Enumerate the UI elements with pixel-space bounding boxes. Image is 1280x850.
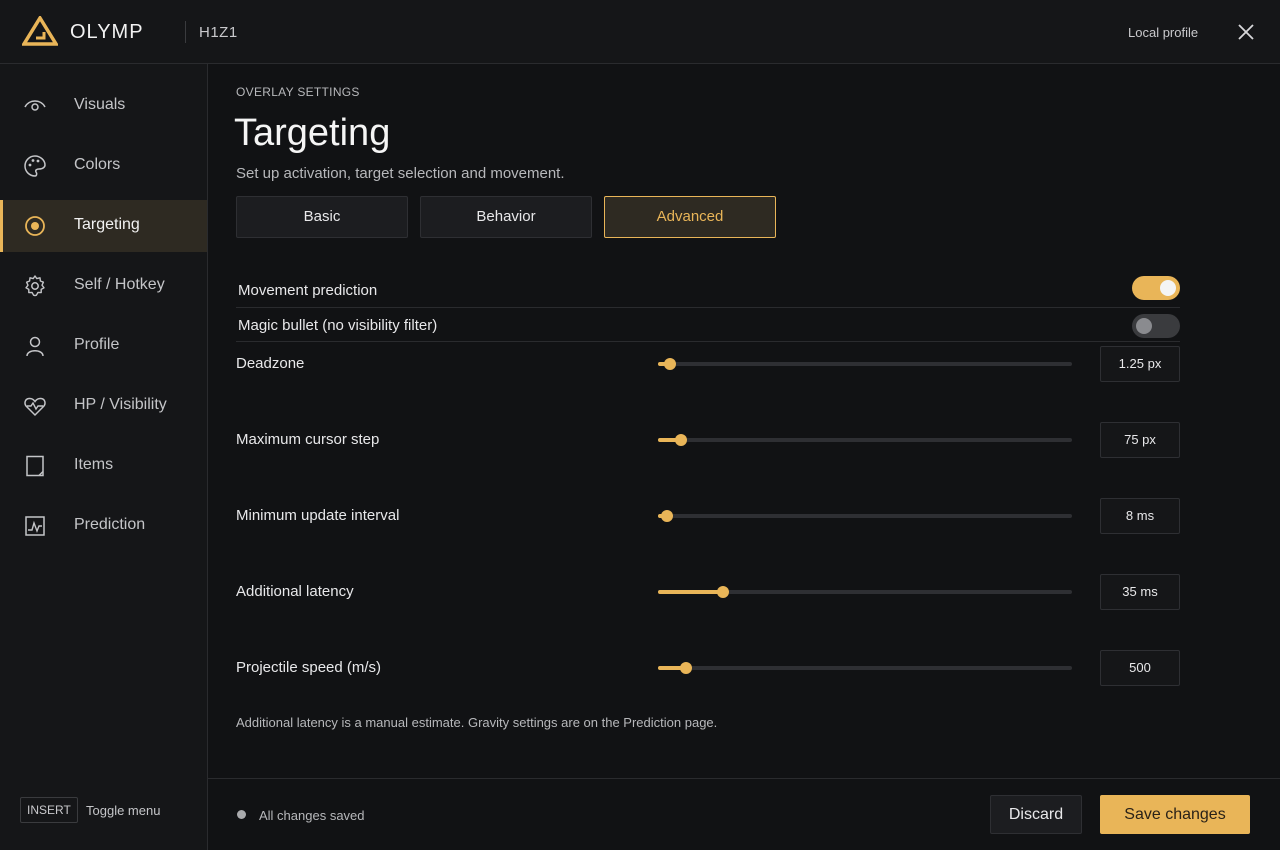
slider-label: Deadzone	[236, 355, 305, 372]
brand-name: OLYMP	[70, 21, 144, 43]
slider-row-additional-latency: Additional latency 35 ms	[236, 574, 1180, 610]
local-profile-link[interactable]: Local profile	[1128, 25, 1198, 40]
slider-thumb[interactable]	[717, 586, 729, 598]
sidebar-item-label: Colors	[74, 156, 121, 173]
game-name: H1Z1	[199, 24, 238, 41]
status-dot	[237, 810, 246, 819]
toggle-row-movement-prediction: Movement prediction	[236, 274, 1180, 308]
slider-label: Minimum update interval	[236, 507, 400, 524]
max-cursor-step-value-input[interactable]: 75 px	[1100, 422, 1180, 458]
toggle-knob	[1160, 280, 1176, 296]
sidebar-item-hp-visibility[interactable]: HP / Visibility	[0, 380, 207, 432]
movement-prediction-toggle[interactable]	[1132, 276, 1180, 300]
sidebar-item-colors[interactable]: Colors	[0, 140, 207, 192]
toggle-knob	[1136, 318, 1152, 334]
palette-icon	[24, 155, 46, 177]
slider-row-deadzone: Deadzone 1.25 px	[236, 346, 1180, 382]
slider-label: Projectile speed (m/s)	[236, 659, 382, 676]
toggle-row-magic-bullet: Magic bullet (no visibility filter)	[236, 310, 1180, 342]
additional-latency-value-input[interactable]: 35 ms	[1100, 574, 1180, 610]
save-changes-button[interactable]: Save changes	[1100, 795, 1250, 834]
main-content: OVERLAY SETTINGS Targeting Set up activa…	[208, 64, 1280, 778]
tab-basic[interactable]: Basic	[236, 196, 408, 238]
sidebar-item-label: Prediction	[74, 516, 146, 533]
user-icon	[26, 336, 44, 357]
sidebar-item-self-hotkey[interactable]: Self / Hotkey	[0, 260, 207, 312]
header-divider	[185, 21, 186, 43]
projectile-speed-slider[interactable]	[658, 662, 1072, 674]
sidebar-item-items[interactable]: Items	[0, 440, 207, 492]
footer-bar: All changes saved Discard Save changes	[208, 778, 1280, 850]
sidebar-item-label: Profile	[74, 336, 120, 353]
slider-thumb[interactable]	[661, 510, 673, 522]
slider-row-min-update-interval: Minimum update interval 8 ms	[236, 498, 1180, 534]
slider-thumb[interactable]	[675, 434, 687, 446]
deadzone-value-input[interactable]: 1.25 px	[1100, 346, 1180, 382]
sidebar-item-targeting[interactable]: Targeting	[0, 200, 207, 252]
slider-thumb[interactable]	[664, 358, 676, 370]
hotkey-label: Toggle menu	[86, 803, 161, 818]
gear-icon	[25, 275, 45, 297]
target-icon	[25, 216, 45, 236]
olymp-logo-icon	[22, 16, 58, 46]
additional-latency-slider[interactable]	[658, 586, 1072, 598]
eye-icon	[24, 100, 46, 111]
sidebar: Visuals Colors Targeting Self / Hotkey P…	[0, 64, 208, 850]
projectile-speed-value-input[interactable]: 500	[1100, 650, 1180, 686]
slider-row-projectile-speed: Projectile speed (m/s) 500	[236, 650, 1180, 686]
magic-bullet-toggle[interactable]	[1132, 314, 1180, 338]
sidebar-item-label: Targeting	[74, 216, 140, 233]
slider-label: Maximum cursor step	[236, 431, 380, 448]
sidebar-item-label: Items	[74, 456, 114, 473]
section-eyebrow: OVERLAY SETTINGS	[236, 85, 360, 99]
page-title: Targeting	[234, 112, 391, 154]
slider-label: Additional latency	[236, 583, 354, 600]
app-header: OLYMP H1Z1 Local profile	[0, 0, 1280, 64]
min-update-interval-slider[interactable]	[658, 510, 1072, 522]
toggle-label: Magic bullet (no visibility filter)	[238, 317, 438, 334]
deadzone-slider[interactable]	[658, 358, 1072, 370]
sidebar-item-prediction[interactable]: Prediction	[0, 500, 207, 552]
tab-advanced[interactable]: Advanced	[604, 196, 776, 238]
sidebar-item-label: HP / Visibility	[74, 396, 167, 413]
slider-fill	[658, 590, 723, 594]
close-icon[interactable]	[1236, 22, 1256, 42]
min-update-interval-value-input[interactable]: 8 ms	[1100, 498, 1180, 534]
item-icon	[26, 455, 44, 477]
footnote: Additional latency is a manual estimate.…	[236, 715, 718, 730]
sidebar-item-label: Self / Hotkey	[74, 276, 165, 293]
hotkey-badge: INSERT	[20, 797, 78, 823]
toggle-label: Movement prediction	[238, 282, 378, 299]
sidebar-item-label: Visuals	[74, 96, 126, 113]
discard-button[interactable]: Discard	[990, 795, 1082, 834]
chart-icon	[25, 516, 45, 536]
max-cursor-step-slider[interactable]	[658, 434, 1072, 446]
tab-behavior[interactable]: Behavior	[420, 196, 592, 238]
sidebar-item-profile[interactable]: Profile	[0, 320, 207, 372]
heart-pulse-icon	[24, 397, 46, 417]
save-status-text: All changes saved	[259, 808, 365, 823]
sidebar-item-visuals[interactable]: Visuals	[0, 80, 207, 132]
slider-thumb[interactable]	[680, 662, 692, 674]
page-subtitle: Set up activation, target selection and …	[236, 165, 565, 182]
slider-row-max-cursor-step: Maximum cursor step 75 px	[236, 422, 1180, 458]
